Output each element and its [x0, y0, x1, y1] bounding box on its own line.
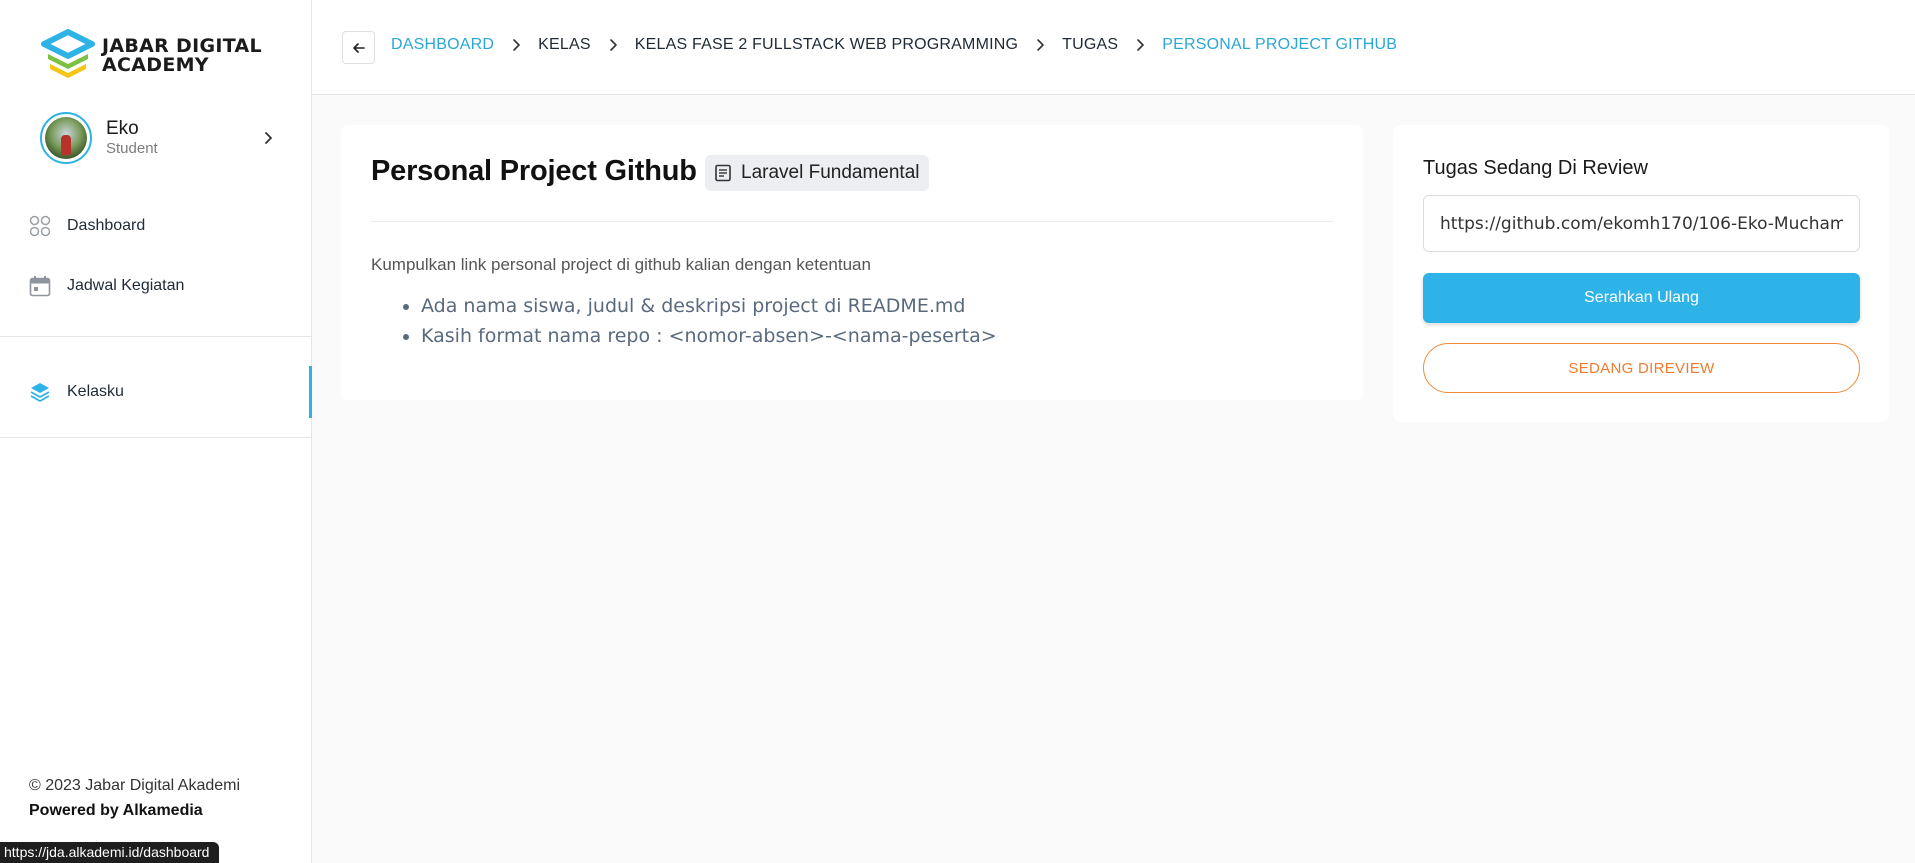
- submission-title: Tugas Sedang Di Review: [1423, 157, 1648, 179]
- footer-powered-by[interactable]: Powered by Alkamedia: [29, 802, 203, 820]
- top-bar: DASHBOARD KELAS KELAS FASE 2 FULLSTACK W…: [312, 0, 1915, 95]
- task-title: Personal Project Github: [371, 155, 697, 187]
- brand-logo[interactable]: JABAR DIGITAL ACADEMY: [40, 28, 262, 84]
- brand-name: JABAR DIGITAL ACADEMY: [102, 37, 262, 75]
- sidebar-item-jadwal-kegiatan[interactable]: Jadwal Kegiatan: [0, 266, 312, 306]
- list-item: Kasih format nama repo : <nomor-absen>-<…: [421, 321, 997, 351]
- task-description: Kumpulkan link personal project di githu…: [371, 255, 871, 274]
- submission-url-field[interactable]: [1423, 195, 1860, 252]
- submission-card: Tugas Sedang Di Review Serahkan Ulang SE…: [1393, 125, 1889, 422]
- sidebar-divider: [0, 437, 311, 438]
- arrow-left-icon: [352, 42, 365, 53]
- sidebar-item-label: Jadwal Kegiatan: [67, 277, 185, 294]
- calendar-icon: [29, 276, 51, 297]
- task-module-tag: Laravel Fundamental: [705, 155, 929, 191]
- sidebar-item-label: Dashboard: [67, 217, 146, 234]
- sidebar: JABAR DIGITAL ACADEMY Eko Student Dashbo…: [0, 0, 312, 863]
- chevron-right-icon: [265, 132, 272, 144]
- breadcrumb-kelas-fase[interactable]: KELAS FASE 2 FULLSTACK WEB PROGRAMMING: [635, 36, 1018, 54]
- profile-role: Student: [106, 140, 158, 157]
- profile-name: Eko: [106, 118, 139, 139]
- profile-card[interactable]: Eko Student: [40, 112, 280, 164]
- resubmit-button[interactable]: Serahkan Ulang: [1423, 273, 1860, 323]
- breadcrumb-current: PERSONAL PROJECT GITHUB: [1162, 36, 1398, 53]
- breadcrumb-dashboard[interactable]: DASHBOARD: [391, 36, 494, 54]
- browser-status-url: https://jda.alkademi.id/dashboard: [0, 842, 220, 863]
- breadcrumb-tugas[interactable]: TUGAS: [1062, 36, 1118, 54]
- chevron-right-icon: [1137, 39, 1145, 51]
- review-status-button[interactable]: SEDANG DIREVIEW: [1423, 343, 1860, 393]
- breadcrumb: DASHBOARD KELAS KELAS FASE 2 FULLSTACK W…: [391, 36, 1397, 54]
- sidebar-item-kelasku[interactable]: Kelasku: [0, 366, 312, 418]
- list-item: Ada nama siswa, judul & deskripsi projec…: [421, 291, 997, 321]
- footer-copyright: © 2023 Jabar Digital Akademi: [29, 777, 241, 794]
- back-button[interactable]: [342, 31, 375, 64]
- sidebar-divider: [0, 336, 311, 337]
- chevron-right-icon: [609, 39, 617, 51]
- layers-icon: [30, 383, 50, 402]
- sidebar-item-label: Kelasku: [67, 383, 124, 400]
- brand-name-line2: ACADEMY: [102, 54, 209, 76]
- sidebar-item-dashboard[interactable]: Dashboard: [0, 206, 312, 246]
- requirements-list: Ada nama siswa, judul & deskripsi projec…: [421, 291, 997, 351]
- task-module-label: Laravel Fundamental: [741, 162, 920, 183]
- chevron-right-icon: [513, 39, 520, 51]
- chevron-right-icon: [1037, 39, 1044, 51]
- task-card: Personal Project Github Laravel Fundamen…: [341, 125, 1363, 400]
- grid-icon: [29, 215, 51, 237]
- document-icon: [715, 164, 731, 182]
- divider: [371, 221, 1333, 222]
- breadcrumb-kelas[interactable]: KELAS: [538, 36, 591, 54]
- avatar: [40, 112, 92, 164]
- academy-logo-icon: [41, 29, 95, 78]
